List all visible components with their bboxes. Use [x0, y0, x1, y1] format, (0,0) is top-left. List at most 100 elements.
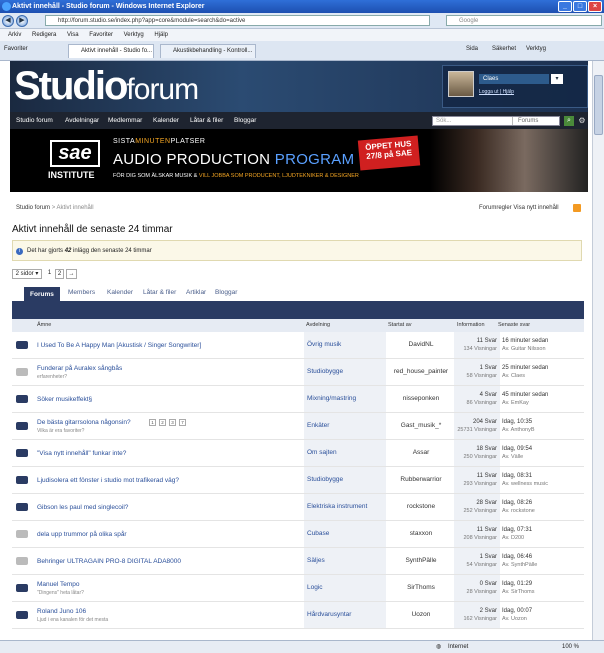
topic-last-post[interactable]: 16 minuter sedan Av. Guitar Nilsson [502, 337, 548, 353]
browser-tab-active[interactable]: Aktivt innehåll - Studio fo... [68, 44, 154, 58]
minipage-2[interactable]: 2 [159, 419, 166, 426]
menu-verktyg[interactable]: Verktyg [124, 32, 144, 38]
forward-button[interactable]: ▶ [16, 14, 28, 27]
topic-forum[interactable]: Säljes [304, 548, 386, 574]
user-dropdown-button[interactable]: ▾ [551, 74, 563, 84]
page-2[interactable]: 2 [55, 269, 64, 279]
menu-arkiv[interactable]: Arkiv [8, 32, 21, 38]
menu-redigera[interactable]: Redigera [32, 32, 56, 38]
page-1[interactable]: 1 [45, 269, 54, 279]
topic-forum[interactable]: Mixning/mastring [304, 386, 386, 412]
nav-avdelningar[interactable]: Avdelningar [65, 112, 99, 129]
topic-title[interactable]: Manuel Tempo [37, 581, 80, 588]
topic-last-post[interactable]: Idag, 07:31 Av. D200 [502, 526, 532, 542]
menu-visa[interactable]: Visa [67, 32, 79, 38]
topic-forum[interactable]: Övrig musik [304, 332, 386, 358]
topic-title[interactable]: Ljudisolera ett fönster i studio mot tra… [37, 477, 179, 484]
menu-favoriter[interactable]: Favoriter [89, 32, 113, 38]
topic-title[interactable]: De bästa gitarrsolona någonsin? [37, 419, 131, 426]
top-links[interactable]: Forumregler Visa nytt innehåll [479, 205, 559, 211]
topic-last-post[interactable]: Idag, 09:54 Av. Välle [502, 445, 532, 461]
topic-title[interactable]: "Visa nytt innehåll" funkar inte? [37, 450, 126, 457]
topic-forum[interactable]: Cubase [304, 521, 386, 547]
site-search-input[interactable]: Sök... Forums [432, 116, 560, 126]
nav-latar-filer[interactable]: Låtar & filer [190, 112, 223, 129]
nav-medlemmar[interactable]: Medlemmar [108, 112, 142, 129]
back-button[interactable]: ◀ [2, 14, 14, 27]
next-page-button[interactable]: → [66, 269, 77, 279]
topic-title[interactable]: dela upp trummor på olika spår [37, 531, 127, 538]
nav-bloggar[interactable]: Bloggar [234, 112, 256, 129]
topic-title[interactable]: Roland Juno 106 [37, 608, 86, 615]
search-scope-select[interactable]: Forums [512, 117, 558, 125]
close-button[interactable]: × [588, 1, 602, 12]
security-menu[interactable]: Säkerhet [492, 46, 516, 52]
topic-starter[interactable]: Assar [388, 440, 454, 466]
topic-starter[interactable]: staxxon [388, 521, 454, 547]
topic-last-post[interactable]: Idag, 06:46 Av. SynthPälle [502, 553, 537, 569]
zoom-level[interactable]: 100 % [562, 641, 579, 653]
topic-forum[interactable]: Enkäter [304, 413, 386, 439]
sae-advertisement[interactable]: sae INSTITUTE SISTAMINUTENPLATSER AUDIO … [10, 129, 588, 192]
topic-title[interactable]: Behringer ULTRAGAIN PRO-8 DIGITAL ADA800… [37, 558, 181, 565]
col-info[interactable]: Information [457, 322, 485, 328]
topic-title[interactable]: Funderar på Auralex sångbås [37, 365, 122, 372]
page-scrollbar[interactable] [592, 61, 604, 640]
scrollbar-thumb[interactable] [594, 75, 603, 135]
topic-last-post[interactable]: 25 minuter sedan Av. Claes [502, 364, 548, 380]
topic-starter[interactable]: Gast_musik_* [388, 413, 454, 439]
topic-forum[interactable]: Studiobygge [304, 467, 386, 493]
logout-link[interactable]: Logga ut [479, 89, 498, 95]
avatar[interactable] [448, 71, 474, 97]
topic-title[interactable]: Söker musikeffekt§ [37, 396, 92, 403]
browser-search-input[interactable]: Google [446, 15, 602, 26]
minimize-button[interactable]: _ [558, 1, 572, 12]
topic-forum[interactable]: Studiobygge [304, 359, 386, 385]
topic-starter[interactable]: SirThoms [388, 575, 454, 601]
topic-last-post[interactable]: 45 minuter sedan Av. EmKay [502, 391, 548, 407]
browser-tab-2[interactable]: Akustikbehandling - Kontroll... [160, 44, 256, 58]
site-logo[interactable]: Studioforum [14, 64, 199, 109]
help-link[interactable]: Hjälp [503, 89, 514, 95]
topic-last-post[interactable]: Idag, 00:07 Av. Uozon [502, 607, 532, 623]
topic-starter[interactable]: SynthPälle [388, 548, 454, 574]
col-topic[interactable]: Ämne [37, 322, 51, 328]
col-starter[interactable]: Startat av [388, 322, 412, 328]
tab-members[interactable]: Members [68, 289, 95, 296]
topic-starter[interactable]: red_house_painter [388, 359, 454, 385]
topic-title[interactable]: I Used To Be A Happy Man [Akustisk / Sin… [37, 342, 201, 349]
tab-bloggar[interactable]: Bloggar [215, 289, 237, 296]
minipage-3[interactable]: 3 [169, 419, 176, 426]
topic-starter[interactable]: Rubberwarrior [388, 467, 454, 493]
topic-starter[interactable]: DavidNL [388, 332, 454, 358]
tab-artiklar[interactable]: Artiklar [186, 289, 206, 296]
menu-hjalp[interactable]: Hjälp [154, 32, 168, 38]
topic-forum[interactable]: Hårdvarusyntar [304, 602, 386, 628]
topic-title[interactable]: Gibson les paul med singlecoil? [37, 504, 128, 511]
minipage-7[interactable]: 7 [179, 419, 186, 426]
topic-forum[interactable]: Elektriska instrument [304, 494, 386, 520]
breadcrumb-home[interactable]: Studio forum [16, 205, 50, 211]
topic-last-post[interactable]: Idag, 08:26 Av. rockstone [502, 499, 535, 515]
topic-starter[interactable]: rockstone [388, 494, 454, 520]
maximize-button[interactable]: □ [573, 1, 587, 12]
col-forum[interactable]: Avdelning [306, 322, 330, 328]
tab-latar-filer[interactable]: Låtar & filer [143, 289, 176, 296]
gear-icon[interactable]: ⚙ [577, 116, 587, 126]
rss-icon[interactable] [573, 204, 581, 212]
topic-starter[interactable]: nisseponken [388, 386, 454, 412]
topic-starter[interactable]: Uozon [388, 602, 454, 628]
nav-kalender[interactable]: Kalender [153, 112, 179, 129]
search-button[interactable]: ⌕ [564, 116, 574, 126]
topic-forum[interactable]: Logic [304, 575, 386, 601]
nav-studio-forum[interactable]: Studio forum [16, 112, 53, 129]
tools-menu[interactable]: Verktyg [526, 46, 546, 52]
topic-forum[interactable]: Om sajten [304, 440, 386, 466]
address-input[interactable]: http://forum.studio.se/index.php?app=cor… [45, 15, 430, 26]
topic-last-post[interactable]: Idag, 01:29 Av. SirThoms [502, 580, 535, 596]
topic-last-post[interactable]: Idag, 08:31 Av. wellness music [502, 472, 548, 488]
user-menu[interactable]: Claes [479, 74, 549, 84]
tab-kalender[interactable]: Kalender [107, 289, 133, 296]
page-menu[interactable]: Sida [466, 46, 478, 52]
favorites-button[interactable]: Favoriter [4, 46, 28, 52]
